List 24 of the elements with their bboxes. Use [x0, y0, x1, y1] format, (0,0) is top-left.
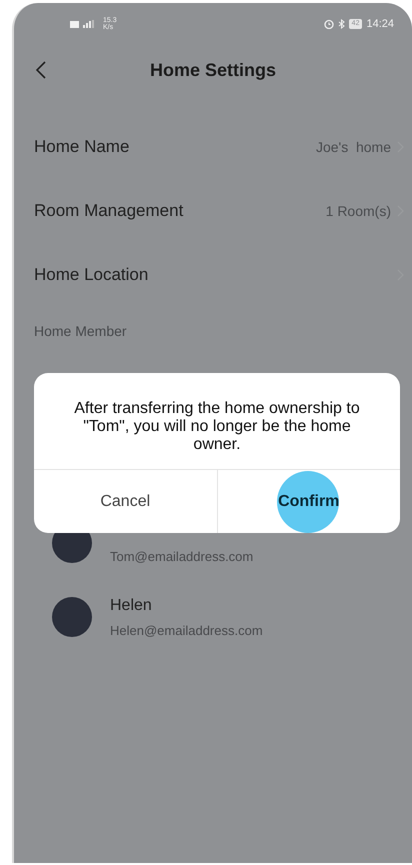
member-email: Tom@emailaddress.com [110, 548, 254, 564]
member-email: Helen@emailaddress.com [110, 622, 263, 638]
settings-row[interactable]: Home Name Joe's home [14, 115, 412, 179]
signal-icon [83, 20, 95, 28]
row-value: 1 Room(s) [326, 203, 391, 219]
dialog-message: After transferring the home ownership to "Tom", you will no longer be the home owner. [73, 399, 361, 455]
row-value: Joe's home [316, 139, 391, 155]
settings-row[interactable]: Room Management 1 Room(s) [14, 179, 412, 243]
dialog-button[interactable]: Cancel [100, 492, 150, 510]
alarm-icon [324, 19, 334, 29]
back-icon [36, 61, 46, 79]
member-name: Helen [110, 596, 153, 614]
section-title: Home Member [33, 322, 128, 341]
notification-icon [70, 20, 79, 28]
row-label: Home Name [34, 137, 130, 157]
dialog-button[interactable]: Confirm [278, 492, 340, 510]
row-label: Room Management [34, 201, 184, 221]
back-button[interactable] [36, 61, 46, 79]
status-time: 14:24 [366, 18, 394, 30]
page-title: Home Settings [150, 60, 276, 80]
settings-row[interactable]: Home Location [14, 243, 412, 307]
avatar [52, 597, 92, 637]
bluetooth-icon [338, 19, 345, 29]
row-label: Home Location [34, 265, 148, 285]
